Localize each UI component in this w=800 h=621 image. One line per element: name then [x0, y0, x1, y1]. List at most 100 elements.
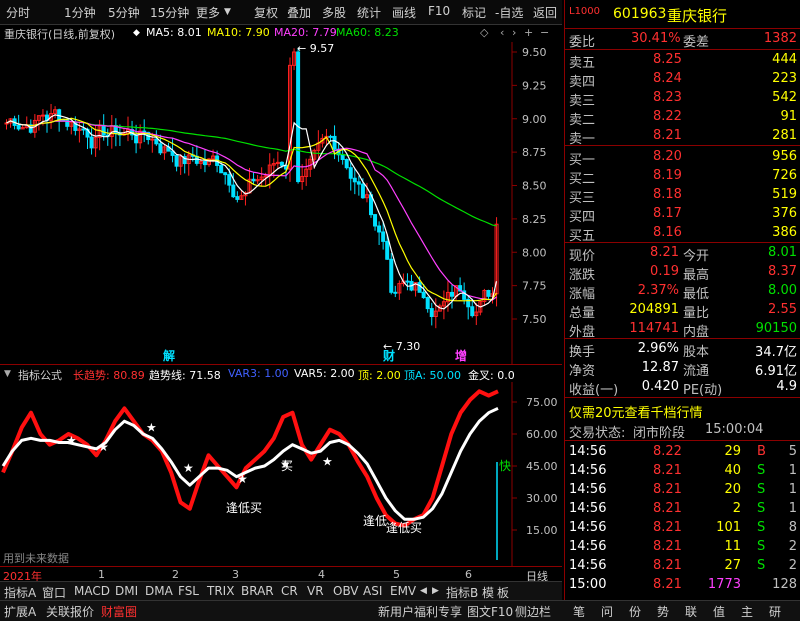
link-icon[interactable]: 联 [685, 603, 697, 620]
tick-row[interactable]: 14:56 8.21 101 S 8 [565, 519, 800, 537]
chevron-right-icon[interactable]: › [512, 26, 516, 39]
tab-15min[interactable]: 15分钟 [150, 4, 189, 21]
ask-row[interactable]: 卖一 8.21 281 [565, 127, 800, 147]
overlay-button[interactable]: 叠加 [287, 4, 311, 21]
tick-row[interactable]: 14:56 8.21 40 S 1 [565, 462, 800, 480]
bid-row[interactable]: 买三 8.18 519 [565, 186, 800, 206]
ask-label: 卖二 [569, 113, 596, 128]
indicator-name[interactable]: 指标公式 [18, 367, 62, 383]
sidebar-toggle[interactable]: 侧边栏 [515, 603, 551, 620]
tab-emv[interactable]: EMV [390, 584, 416, 598]
settings-icon[interactable]: ◇ [480, 26, 488, 39]
quote-row[interactable]: 涨幅 2.37% 最低 8.00 [565, 282, 800, 302]
quote-row[interactable]: 涨跌 0.19 最高 8.37 [565, 263, 800, 283]
fuquan-button[interactable]: 复权 [254, 4, 278, 21]
tab-template-1[interactable]: 模 [482, 584, 494, 601]
next-tab-icon[interactable]: ▶ [432, 586, 439, 596]
bid-row[interactable]: 买四 8.17 376 [565, 205, 800, 225]
tick-side: S [757, 463, 766, 478]
quote-label: 最高 [683, 268, 710, 283]
plus-icon[interactable]: + [524, 26, 533, 39]
bid-row[interactable]: 买二 8.19 726 [565, 167, 800, 187]
price-tick-label: 7.75 [522, 280, 547, 293]
tick-row[interactable]: 14:56 8.21 20 S 1 [565, 481, 800, 499]
tab-related-quotes[interactable]: 关联报价 [46, 603, 94, 620]
note-icon[interactable]: 笔 [573, 603, 585, 620]
ask-row[interactable]: 卖二 8.22 91 [565, 108, 800, 128]
chevron-down-icon[interactable]: ▼ [224, 7, 231, 17]
tick-count: 2 [788, 558, 797, 573]
question-icon[interactable]: 问 [601, 603, 613, 620]
price-tick-label: 7.50 [522, 313, 547, 326]
tab-5min[interactable]: 5分钟 [108, 4, 140, 21]
bid-label: 买三 [569, 191, 596, 206]
add-watchlist-button[interactable]: -自选 [495, 4, 523, 21]
tick-price: 8.22 [653, 444, 682, 459]
tab-fsl[interactable]: FSL [178, 584, 199, 598]
chevron-left-icon[interactable]: ‹ [500, 26, 504, 39]
multi-stock-button[interactable]: 多股 [322, 4, 346, 21]
tab-more[interactable]: 更多 [196, 4, 220, 21]
tab-vr[interactable]: VR [307, 584, 324, 598]
bid-row[interactable]: 买五 8.16 386 [565, 224, 800, 244]
stats-button[interactable]: 统计 [357, 4, 381, 21]
tab-wealth-circle[interactable]: 财富圈 [101, 603, 137, 620]
quote-value: 8.37 [768, 264, 797, 279]
gear-icon[interactable]: ◆ [133, 28, 140, 38]
stat-row[interactable]: 收益(一) 0.420 PE(动) 4.9 [565, 378, 800, 398]
main-icon[interactable]: 主 [741, 603, 753, 620]
tab-dmi[interactable]: DMI [115, 584, 138, 598]
tab-indicator-a[interactable]: 指标A [4, 584, 36, 601]
ask-row[interactable]: 卖五 8.25 444 [565, 51, 800, 71]
research-icon[interactable]: 研 [769, 603, 781, 620]
chevron-down-icon[interactable]: ▼ [4, 369, 11, 379]
minus-icon[interactable]: − [540, 26, 549, 39]
tab-macd[interactable]: MACD [74, 584, 110, 598]
stat-row[interactable]: 换手 2.96% 股本 34.7亿 [565, 340, 800, 360]
tab-trix[interactable]: TRIX [207, 584, 234, 598]
tick-row[interactable]: 15:00 8.21 1773 128 [565, 576, 800, 594]
quote-value: 8.00 [768, 283, 797, 298]
value-icon[interactable]: 值 [713, 603, 725, 620]
ask-row[interactable]: 卖四 8.24 223 [565, 70, 800, 90]
tick-row[interactable]: 14:56 8.21 27 S 2 [565, 557, 800, 575]
ma60-label: MA60: 8.23 [336, 26, 399, 39]
tab-brar[interactable]: BRAR [241, 584, 274, 598]
indicator-var3: VAR3: 1.00 [228, 367, 289, 380]
back-button[interactable]: 返回 [533, 4, 557, 21]
draw-line-button[interactable]: 画线 [392, 4, 416, 21]
kline-chart[interactable]: 9.50 9.25 9.00 8.75 8.50 8.25 8.00 7.75 7.50 ← 9… [0, 42, 562, 364]
tab-window[interactable]: 窗口 [42, 584, 66, 601]
new-user-promo[interactable]: 新用户福利专享 [378, 603, 462, 620]
f10-button[interactable]: F10 [428, 4, 450, 18]
quote-row[interactable]: 总量 204891 量比 2.55 [565, 301, 800, 321]
tick-row[interactable]: 14:56 8.22 29 B 5 [565, 443, 800, 461]
share-icon[interactable]: 份 [629, 603, 641, 620]
tab-asi[interactable]: ASI [363, 584, 382, 598]
tab-obv[interactable]: OBV [333, 584, 359, 598]
quote-row[interactable]: 外盘 114741 内盘 90150 [565, 320, 800, 340]
tab-cr[interactable]: CR [281, 584, 298, 598]
tab-intraday[interactable]: 分时 [6, 4, 30, 21]
tab-template-2[interactable]: 板 [497, 584, 509, 601]
mark-button[interactable]: 标记 [462, 4, 486, 21]
tab-indicator-b[interactable]: 指标B [446, 584, 478, 601]
bid-price: 8.16 [653, 225, 682, 240]
tick-row[interactable]: 14:56 8.21 11 S 2 [565, 538, 800, 556]
stat-row[interactable]: 净资 12.87 流通 6.91亿 [565, 359, 800, 379]
tab-dma[interactable]: DMA [145, 584, 173, 598]
bid-volume: 386 [772, 225, 797, 240]
ask-row[interactable]: 卖三 8.23 542 [565, 89, 800, 109]
tick-row[interactable]: 14:56 8.21 2 S 1 [565, 500, 800, 518]
prev-tab-icon[interactable]: ◀ [420, 586, 427, 596]
bid-row[interactable]: 买一 8.20 956 [565, 148, 800, 168]
tab-1min[interactable]: 1分钟 [64, 4, 96, 21]
tick-count: 1 [788, 482, 797, 497]
quote-row[interactable]: 现价 8.21 今开 8.01 [565, 244, 800, 264]
axis-month-3: 3 [232, 568, 239, 581]
indicator-chart[interactable]: 75.0060.0045.0030.0015.00 ★ ★★★★★ ★ 逢低买 逢低… [0, 382, 562, 566]
tab-extend-a[interactable]: 扩展A [4, 603, 36, 620]
f10-graphic-link[interactable]: 图文F10 [467, 603, 513, 620]
promo-banner[interactable]: 仅需20元查看千档行情 [565, 401, 800, 421]
trend-icon[interactable]: 势 [657, 603, 669, 620]
